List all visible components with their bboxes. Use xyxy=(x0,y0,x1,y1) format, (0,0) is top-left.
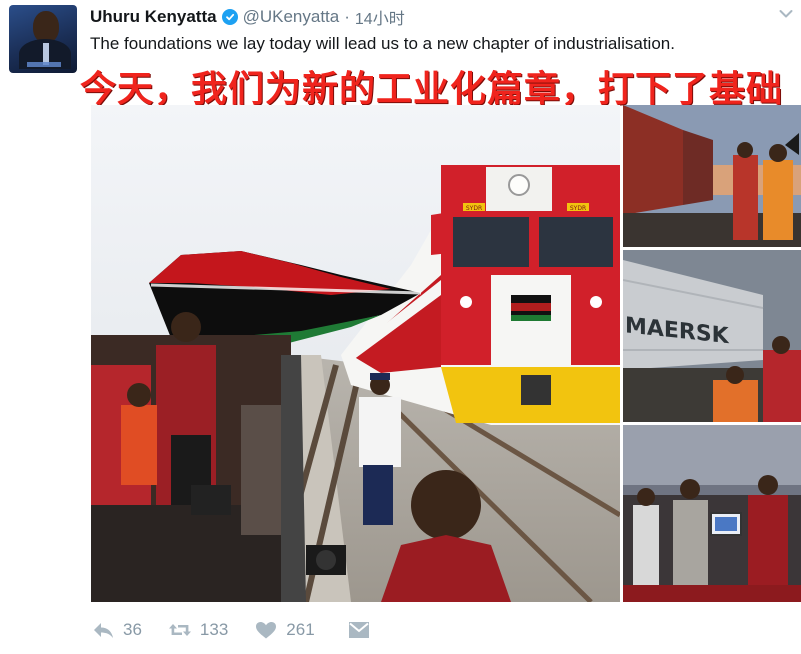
chevron-down-icon[interactable] xyxy=(779,9,793,19)
tweet-text: The foundations we lay today will lead u… xyxy=(90,34,675,53)
separator-dot: · xyxy=(344,7,350,26)
reply-count: 36 xyxy=(123,620,142,639)
display-name[interactable]: Uhuru Kenyatta xyxy=(90,7,217,27)
heart-icon xyxy=(256,622,277,639)
avatar-caption-strip xyxy=(27,62,61,67)
locomotive-number-left: SYDR xyxy=(466,205,482,212)
like-button[interactable]: 261 xyxy=(254,620,315,640)
tweet-actions: 36 133 261 xyxy=(91,612,397,648)
photo-thumbnail-3[interactable] xyxy=(623,425,801,602)
tweet-card: Uhuru Kenyatta @UKenyatta · 14小时 The fou… xyxy=(0,0,801,654)
main-photo[interactable]: SYDR SYDR xyxy=(91,105,620,602)
direct-message-button[interactable] xyxy=(347,620,371,640)
tweet-header: Uhuru Kenyatta @UKenyatta · 14小时 xyxy=(90,6,405,28)
retweet-count: 133 xyxy=(199,620,229,639)
reply-button[interactable]: 36 xyxy=(91,620,142,640)
like-count: 261 xyxy=(286,620,315,639)
train-launch-illustration: SYDR SYDR xyxy=(91,105,620,602)
handle[interactable]: @UKenyatta xyxy=(243,7,340,27)
locomotive-number-right: SYDR xyxy=(570,205,586,212)
photo-thumbnail-2[interactable]: MAERSK xyxy=(623,250,801,422)
reply-icon xyxy=(94,623,113,638)
retweet-button[interactable]: 133 xyxy=(168,620,228,640)
direct-message-icon xyxy=(348,622,369,638)
event-laptop-photo xyxy=(623,425,801,602)
timestamp[interactable]: 14小时 xyxy=(355,5,405,29)
verified-badge-icon xyxy=(221,9,238,25)
photo-thumbnail-1[interactable] xyxy=(623,105,801,247)
container-train-dusk xyxy=(623,105,801,247)
avatar[interactable] xyxy=(9,5,77,73)
maersk-container-photo: MAERSK xyxy=(623,250,801,422)
retweet-icon xyxy=(168,624,191,636)
